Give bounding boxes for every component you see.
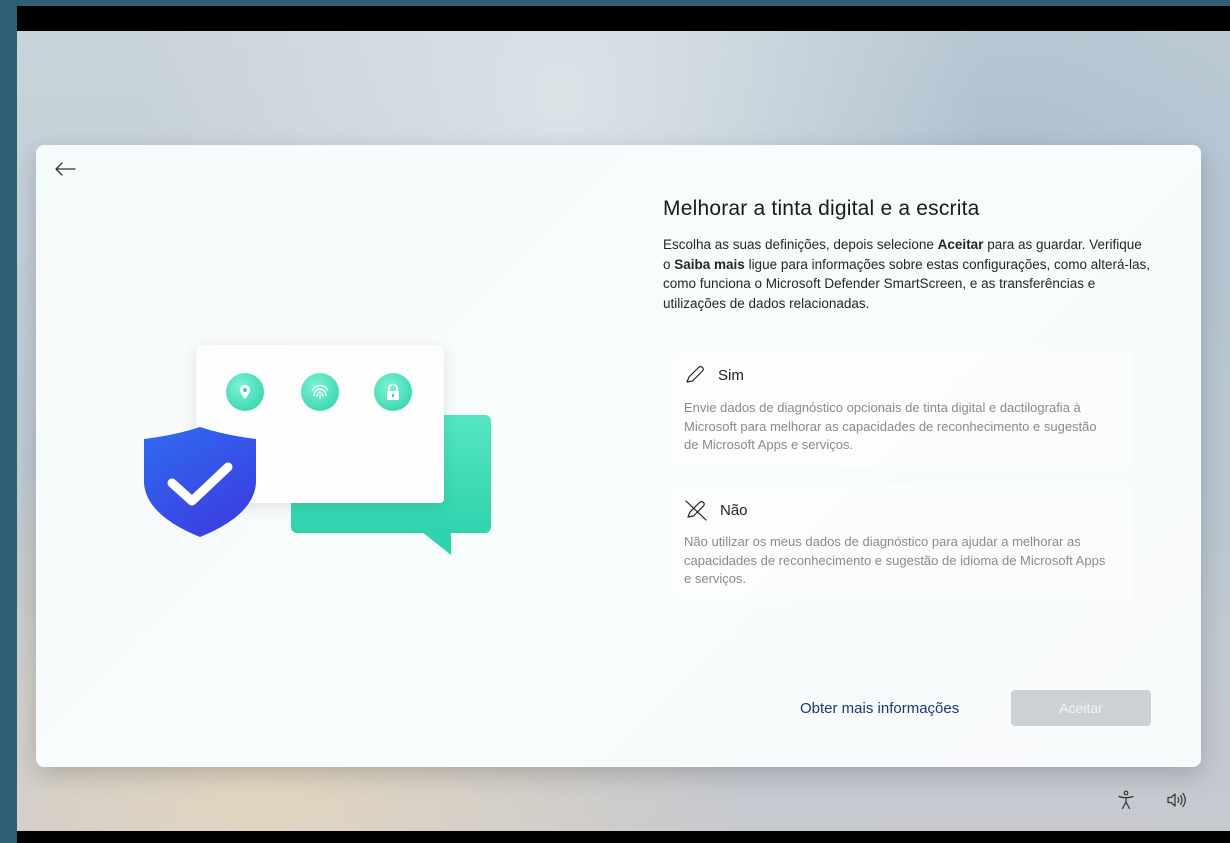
privacy-illustration	[136, 345, 496, 565]
pen-icon	[686, 366, 704, 383]
desc-text-1: Escolha as suas definições, depois selec…	[663, 237, 938, 252]
desc-bold-learn-more: Saiba mais	[674, 256, 745, 272]
chat-bubble-tail	[421, 531, 451, 555]
option-no[interactable]: Não Não utilizar os meus dados de diagnó…	[673, 485, 1133, 601]
back-button[interactable]	[50, 157, 80, 181]
page-title: Melhorar a tinta digital e a escrita	[663, 197, 980, 220]
option-no-description: Não utilizar os meus dados de diagnóstic…	[684, 534, 1106, 586]
accessibility-icon[interactable]	[1115, 789, 1137, 811]
option-yes-label: Sim	[718, 366, 744, 384]
fingerprint-icon	[301, 373, 339, 411]
page-description: Escolha as suas definições, depois selec…	[663, 235, 1153, 313]
desc-bold-accept: Aceitar	[937, 237, 984, 252]
accept-button[interactable]: Aceitar	[1011, 690, 1151, 726]
desktop-background: Melhorar a tinta digital e a escrita Esc…	[17, 31, 1230, 831]
more-info-link[interactable]: Obter mais informações	[800, 700, 959, 717]
option-no-label: Não	[720, 501, 748, 519]
location-icon	[226, 373, 264, 411]
shield-check-icon	[144, 427, 256, 537]
option-yes-description: Envie dados de diagnóstico opcionais de …	[684, 400, 1097, 452]
content-area: Melhorar a tinta digital e a escrita Esc…	[663, 197, 1153, 313]
option-yes[interactable]: Sim Envie dados de diagnóstico opcionais…	[673, 351, 1133, 467]
lock-icon	[374, 373, 412, 411]
screen: Melhorar a tinta digital e a escrita Esc…	[17, 6, 1230, 843]
pen-off-icon	[685, 500, 707, 521]
arrow-left-icon	[55, 162, 76, 176]
oobe-panel: Melhorar a tinta digital e a escrita Esc…	[36, 145, 1201, 767]
volume-icon[interactable]	[1166, 789, 1188, 811]
